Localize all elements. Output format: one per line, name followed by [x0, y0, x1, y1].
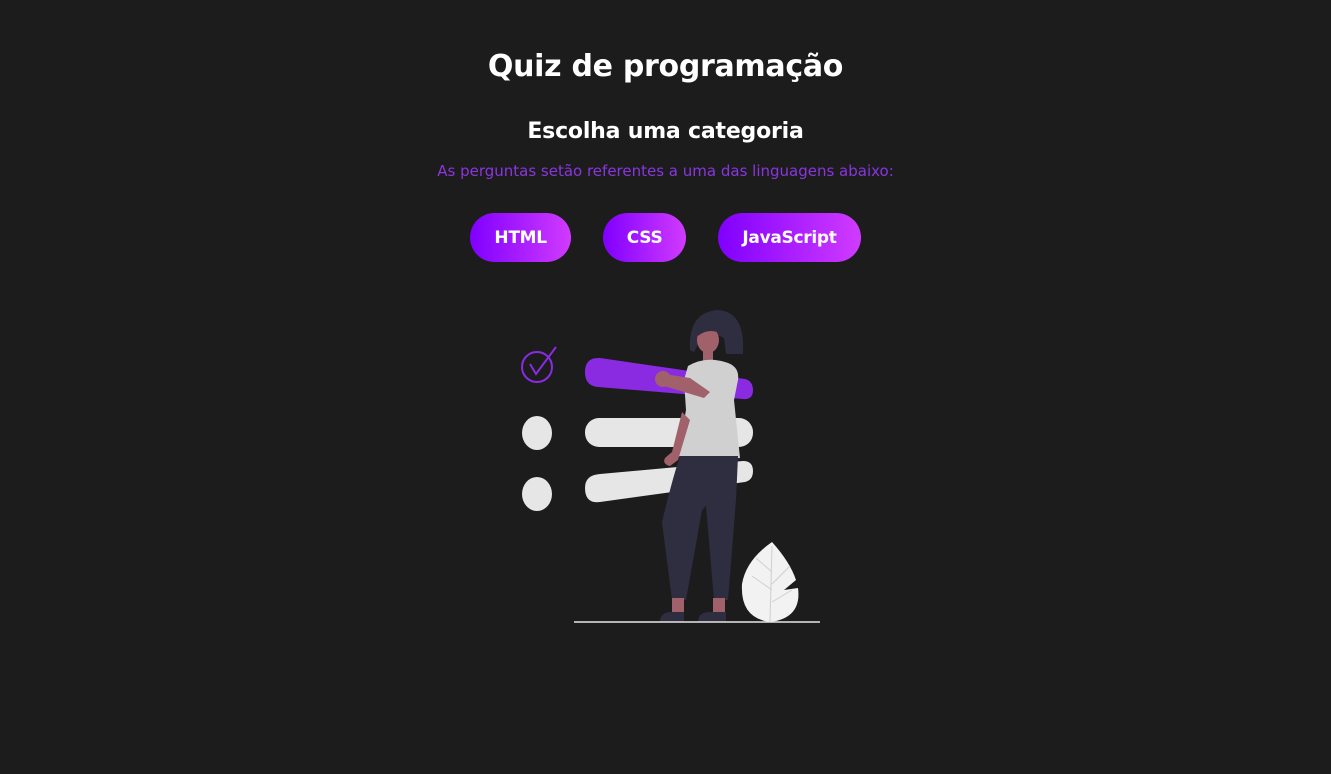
category-button-css[interactable]: CSS: [602, 213, 687, 262]
bullet-dot-icon: [522, 416, 552, 450]
category-button-html[interactable]: HTML: [470, 213, 571, 262]
leaf-icon: [741, 542, 799, 623]
quiz-checklist-illustration: [521, 310, 820, 623]
bullet-dot-icon: [522, 477, 552, 511]
category-description: As perguntas setão referentes a uma das …: [437, 162, 894, 180]
category-buttons: HTML CSS JavaScript: [0, 213, 1331, 262]
check-circle-icon: [521, 346, 557, 383]
category-heading: Escolha uma categoria: [527, 119, 804, 144]
category-button-javascript[interactable]: JavaScript: [718, 213, 861, 262]
quiz-home-page: Quiz de programação Escolha uma categori…: [0, 0, 1331, 774]
page-title: Quiz de programação: [487, 49, 844, 84]
person-figure: [655, 310, 744, 622]
